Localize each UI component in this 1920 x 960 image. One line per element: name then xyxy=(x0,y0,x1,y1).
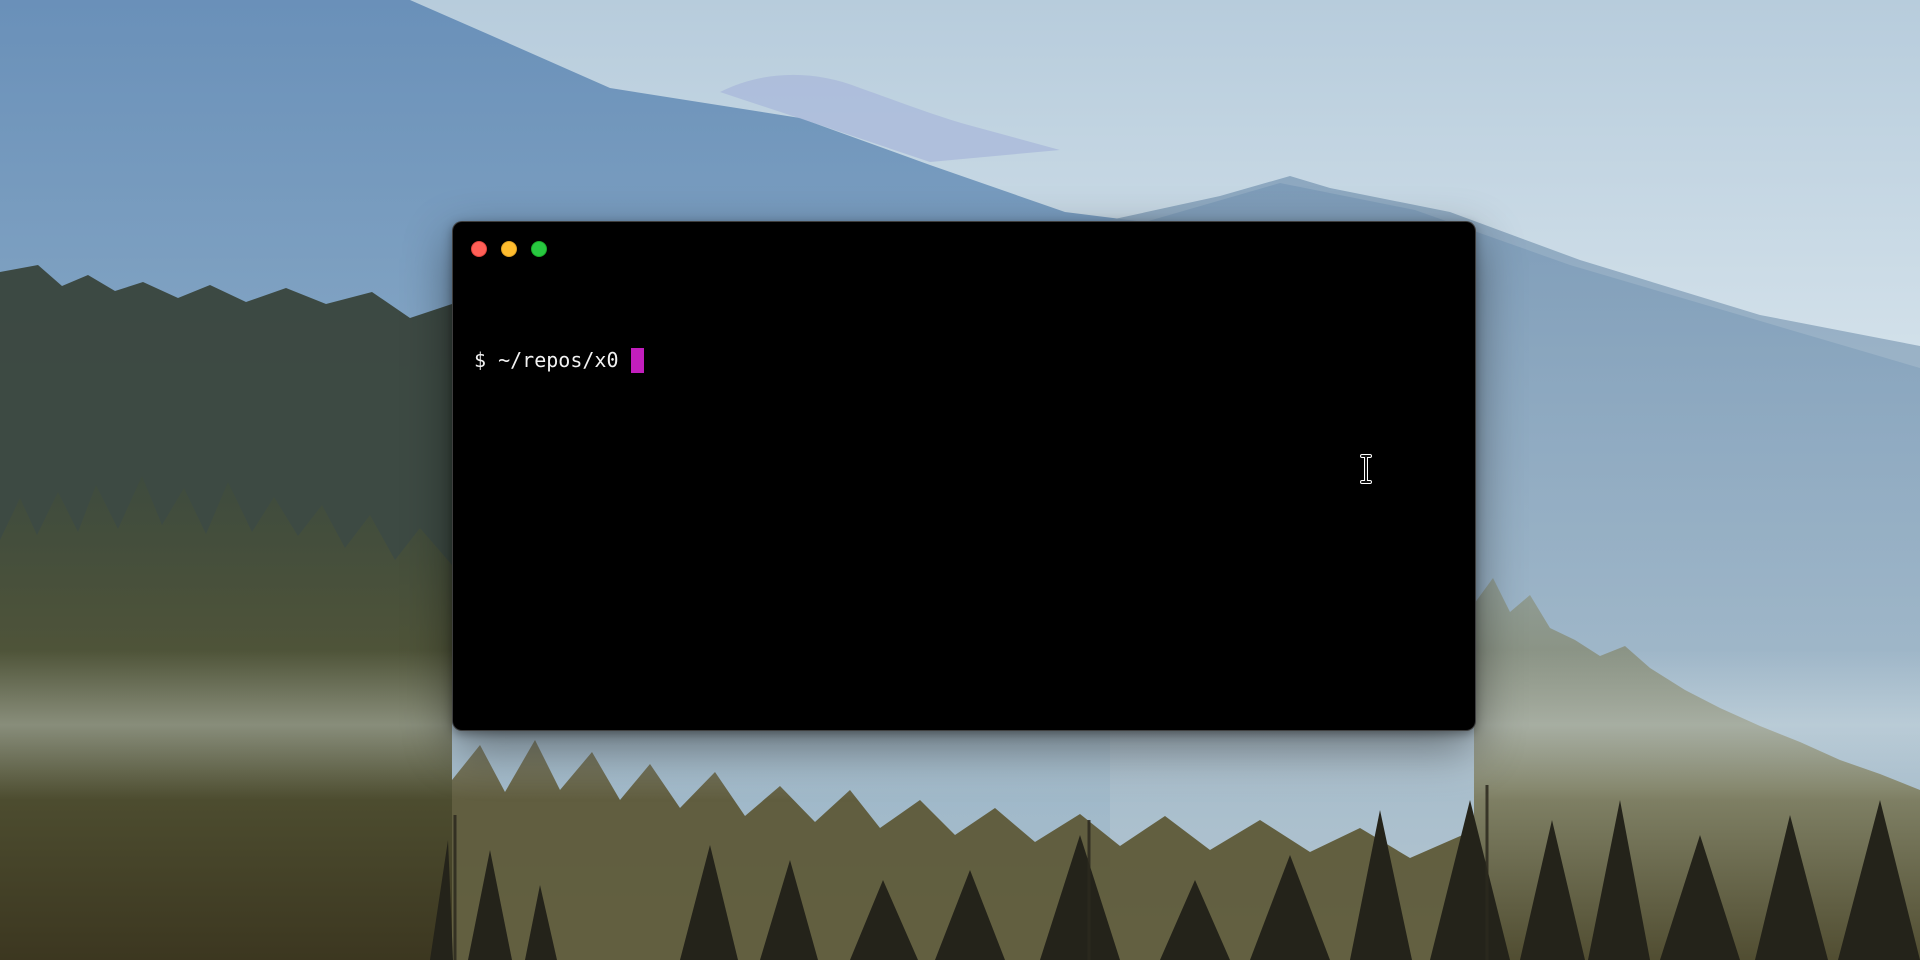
text-cursor-icon xyxy=(1360,454,1372,484)
close-dot-icon[interactable] xyxy=(471,241,487,257)
prompt-line[interactable]: $ ~/repos/x0 xyxy=(474,346,1455,374)
current-path: ~/repos/x0 xyxy=(498,348,619,372)
terminal-output[interactable]: $ ~/repos/x0 xyxy=(474,290,1455,710)
zoom-dot-icon[interactable] xyxy=(531,241,547,257)
terminal-titlebar[interactable] xyxy=(453,222,1475,268)
terminal-caret xyxy=(630,347,644,373)
minimize-dot-icon[interactable] xyxy=(501,241,517,257)
terminal-window[interactable]: $ ~/repos/x0 xyxy=(452,221,1476,731)
prompt-symbol: $ xyxy=(474,348,487,372)
desktop: $ ~/repos/x0 xyxy=(0,0,1920,960)
